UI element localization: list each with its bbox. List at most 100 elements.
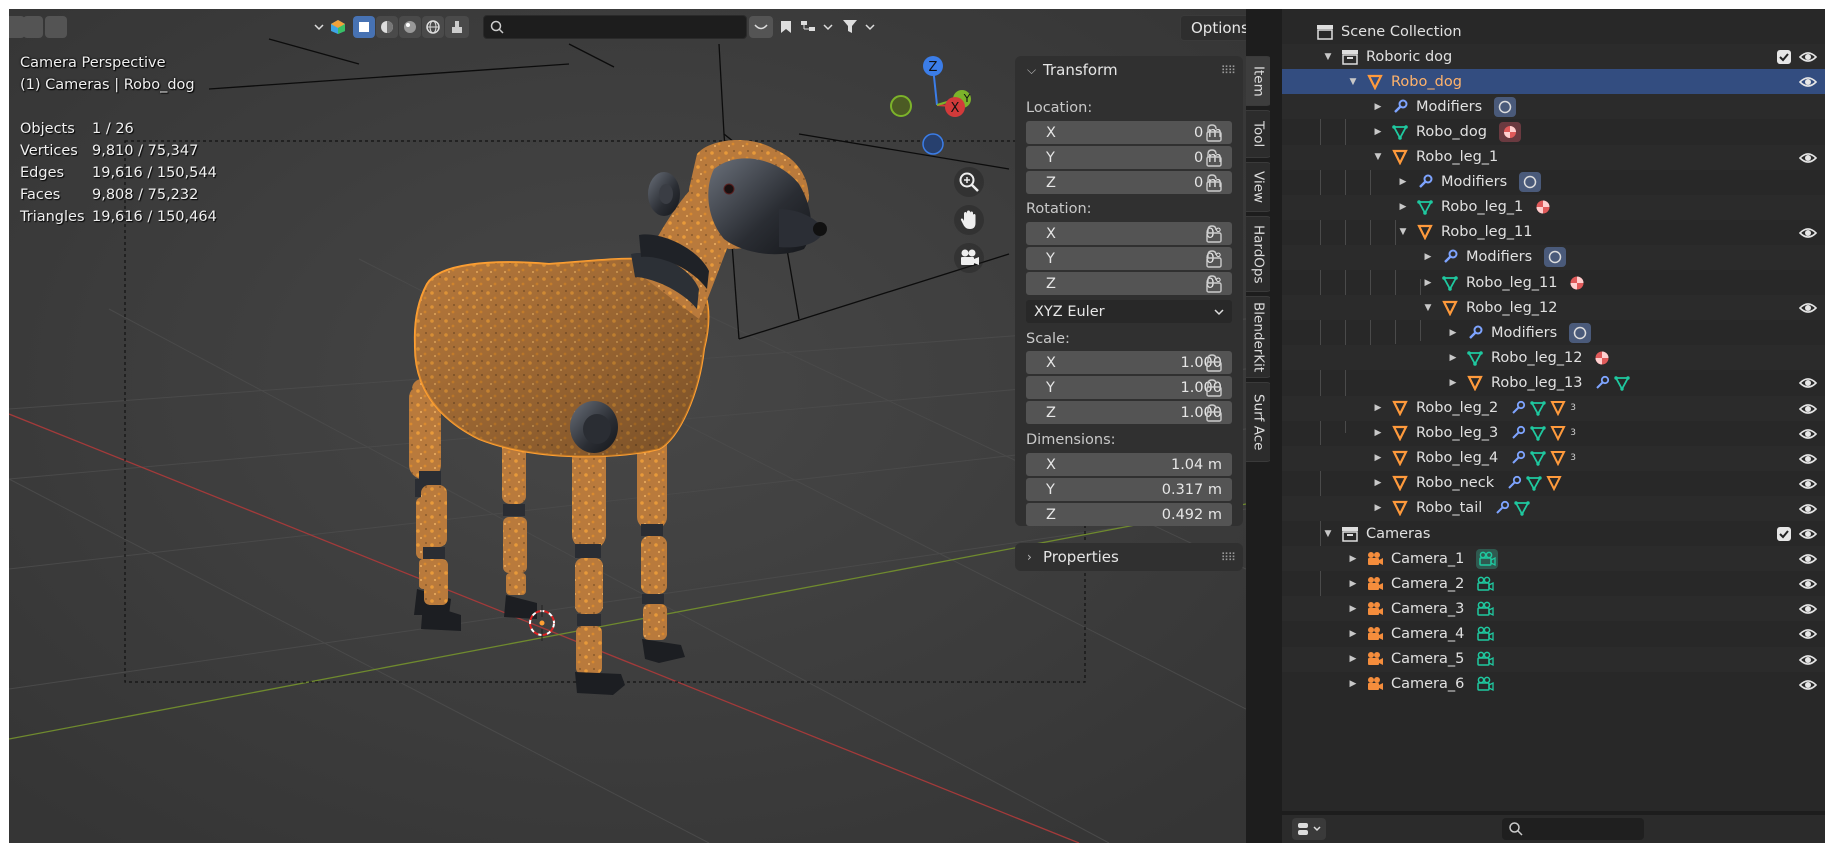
outliner-item[interactable]: ▶ Robo_dog (1282, 119, 1825, 144)
outliner-item-camera[interactable]: ▶ Camera_2 (1282, 571, 1825, 596)
eye-icon[interactable] (1798, 450, 1818, 468)
dimensions-y-field[interactable]: Y 0.317 m (1026, 478, 1232, 501)
eye-icon[interactable] (1798, 676, 1818, 694)
rotation-z-field[interactable]: Z 0° (1026, 272, 1232, 295)
outliner-item[interactable]: ▼ Robo_dog (1282, 69, 1825, 95)
material-shading-button[interactable] (399, 16, 421, 38)
outliner-item[interactable]: ▶ Robo_leg_1 (1282, 194, 1825, 220)
collapsed-disclosure-icon[interactable]: ▶ (1346, 604, 1360, 614)
location-y-field[interactable]: Y0 m (1026, 146, 1232, 169)
collapsed-disclosure-icon[interactable]: ▶ (1346, 554, 1360, 564)
collapsed-disclosure-icon[interactable]: ▶ (1421, 278, 1435, 288)
location-x-field[interactable]: X0 m (1026, 121, 1232, 144)
visibility-cube-icon[interactable] (327, 16, 349, 38)
filter-toggle-button[interactable] (749, 16, 773, 38)
camera-view-icon[interactable] (954, 243, 984, 273)
collapsed-disclosure-icon[interactable]: ▶ (1371, 102, 1385, 112)
collapsed-disclosure-icon[interactable]: ▶ (1346, 679, 1360, 689)
filter-funnel-dropdown[interactable] (841, 16, 881, 38)
rendered-shading-button[interactable] (422, 16, 444, 38)
tab-blenderkit[interactable]: BlenderKit (1246, 296, 1272, 378)
outliner-item-data-icons[interactable] (1476, 626, 1495, 642)
outliner-item-collection[interactable]: ▼ Roboric dog (1282, 44, 1825, 70)
eye-icon[interactable] (1798, 575, 1818, 593)
eye-icon[interactable] (1798, 73, 1818, 91)
options-dropdown[interactable]: Options (1180, 15, 1246, 41)
outliner-item-data-icons[interactable] (1519, 172, 1542, 193)
outliner-item[interactable]: ▼ Robo_leg_1 (1282, 144, 1825, 170)
eye-icon[interactable] (1798, 550, 1818, 568)
lock-icon[interactable] (1204, 353, 1224, 373)
eye-icon[interactable] (1798, 475, 1818, 493)
bookmark-icon[interactable] (775, 16, 797, 38)
lock-icon[interactable] (1204, 274, 1224, 294)
tab-item[interactable]: Item (1246, 56, 1272, 106)
outliner-item-data-icons[interactable] (1506, 475, 1562, 492)
location-z-field[interactable]: Z0 m (1026, 171, 1232, 194)
3d-viewport[interactable]: Z Y X Options Camera Perspective (1) Cam… (9, 9, 1246, 843)
drag-grip-icon[interactable]: ⠿⠿ (1221, 64, 1236, 77)
drag-grip-icon[interactable]: ⠿⠿ (1221, 551, 1236, 564)
pan-hand-icon[interactable] (954, 205, 984, 235)
outliner-item[interactable]: ▶ Modifiers (1282, 170, 1825, 195)
outliner-item[interactable]: ▶ Robo_leg_3 3 (1282, 421, 1825, 446)
collapsed-disclosure-icon[interactable]: ▶ (1371, 127, 1385, 137)
outliner-item-data-icons[interactable] (1535, 199, 1551, 215)
outliner-item[interactable]: ▼ Robo_leg_11 (1282, 220, 1825, 245)
outliner-item[interactable]: ▶ Robo_leg_12 (1282, 345, 1825, 371)
outliner-item-camera[interactable]: ▶ Camera_6 (1282, 672, 1825, 697)
lock-icon[interactable] (1204, 249, 1224, 269)
collapsed-disclosure-icon[interactable]: ▶ (1371, 403, 1385, 413)
outliner-item-data-icons[interactable] (1569, 322, 1592, 343)
rotation-mode-select[interactable]: XYZ Euler (1026, 300, 1232, 323)
solid-shading-button[interactable] (376, 16, 398, 38)
eye-icon[interactable] (1798, 299, 1818, 317)
rotation-x-field[interactable]: X 0° (1026, 222, 1232, 245)
outliner-item-camera[interactable]: ▶ Camera_4 (1282, 621, 1825, 646)
eye-icon[interactable] (1798, 149, 1818, 167)
exclude-checkbox[interactable] (1777, 527, 1791, 541)
area-divider[interactable] (1270, 9, 1282, 843)
eye-icon[interactable] (1798, 525, 1818, 543)
outliner-item-data-icons[interactable] (1544, 247, 1567, 268)
outliner-item-camera[interactable]: ▶ Camera_3 (1282, 596, 1825, 622)
outliner-item[interactable]: ▶ Modifiers (1282, 94, 1825, 120)
expanded-disclosure-icon[interactable]: ▼ (1421, 303, 1435, 313)
hierarchy-dropdown[interactable] (799, 16, 839, 38)
search-input[interactable] (483, 15, 747, 39)
gizmo-neg-z[interactable] (922, 133, 944, 155)
outliner-item[interactable]: ▶ Modifiers (1282, 244, 1825, 270)
zoom-icon[interactable] (954, 167, 984, 197)
collapsed-disclosure-icon[interactable]: ▶ (1371, 503, 1385, 513)
outliner-item-data-icons[interactable] (1594, 375, 1631, 391)
wireframe-shading-button[interactable] (353, 16, 375, 38)
select-subtract-button[interactable] (45, 16, 67, 38)
scale-y-field[interactable]: Y 1.000 (1026, 376, 1232, 399)
eye-icon[interactable] (1798, 625, 1818, 643)
eye-icon[interactable] (1798, 425, 1818, 443)
properties-panel[interactable]: › Properties ⠿⠿ (1015, 543, 1243, 571)
tab-hardops[interactable]: HardOps (1246, 216, 1272, 292)
outliner-item[interactable]: ▶ Robo_leg_2 3 (1282, 395, 1825, 421)
transform-panel-header[interactable]: ⌵ Transform ⠿⠿ (1015, 56, 1243, 84)
outliner-item-camera[interactable]: ▶ Camera_1 (1282, 546, 1825, 572)
outliner-item-data-icons[interactable]: 3 (1510, 425, 1576, 442)
lock-icon[interactable] (1204, 224, 1224, 244)
eye-icon[interactable] (1798, 500, 1818, 518)
tab-view[interactable]: View (1246, 162, 1272, 212)
outliner-item-data-icons[interactable] (1494, 96, 1517, 117)
collapsed-disclosure-icon[interactable]: ▶ (1446, 353, 1460, 363)
outliner-item-data-icons[interactable] (1594, 350, 1610, 366)
outliner-item-data-icons[interactable] (1476, 548, 1499, 569)
outliner-item-data-icons[interactable]: 3 (1510, 450, 1576, 467)
tab-surf-ace[interactable]: Surf Ace (1246, 382, 1272, 462)
outliner-item-data-icons[interactable] (1476, 601, 1495, 617)
outliner-item[interactable]: ▶ Robo_leg_13 (1282, 370, 1825, 395)
eye-icon[interactable] (1798, 224, 1818, 242)
dimensions-z-field[interactable]: Z 0.492 m (1026, 503, 1232, 526)
lock-icon[interactable] (1204, 123, 1224, 143)
expanded-disclosure-icon[interactable]: ▼ (1396, 227, 1410, 237)
outliner-item[interactable]: ▶ Robo_neck (1282, 471, 1825, 496)
outliner-item-data-icons[interactable] (1494, 500, 1530, 517)
outliner-item-data-icons[interactable] (1569, 275, 1585, 291)
